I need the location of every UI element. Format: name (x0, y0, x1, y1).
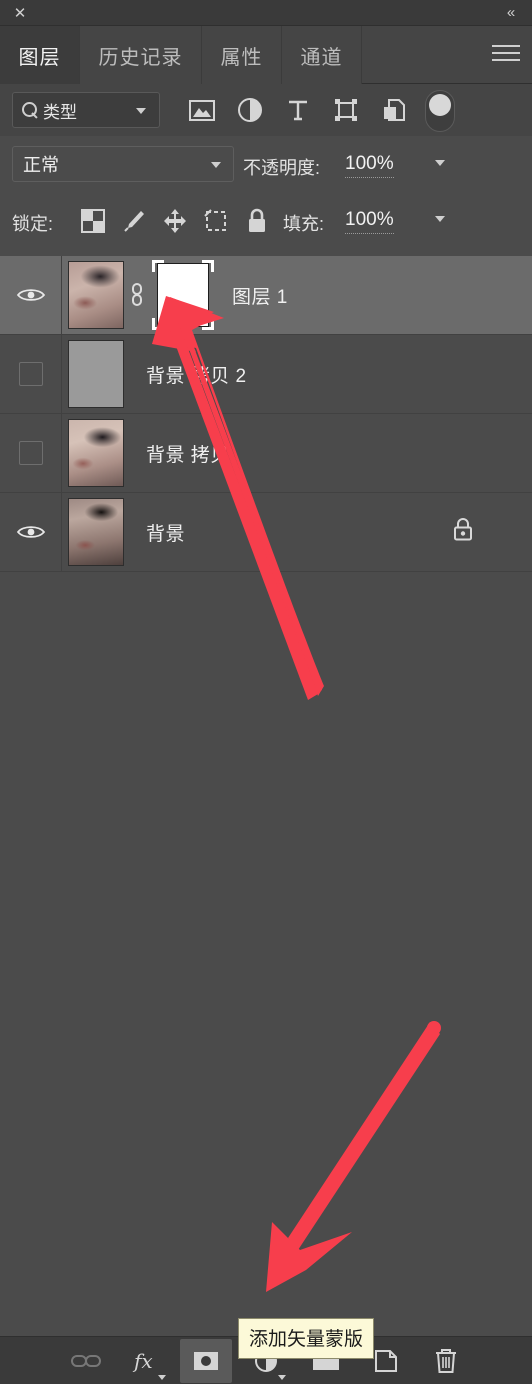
layer-thumbnail[interactable] (68, 498, 124, 566)
collapse-panel-icon[interactable]: « (500, 3, 522, 23)
tab-properties-label: 属性 (220, 46, 263, 69)
tab-history-label: 历史记录 (98, 46, 183, 69)
eye-icon[interactable] (16, 523, 46, 541)
blend-mode-value: 正常 (23, 155, 59, 175)
fill-value[interactable]: 100% (345, 209, 394, 234)
layer-thumbnail[interactable] (68, 419, 124, 487)
layer-visibility-cell[interactable] (0, 255, 62, 335)
link-layers-button[interactable] (60, 1339, 112, 1383)
mask-selection-corner-icon (202, 318, 214, 330)
lock-label: 锁定: (12, 214, 54, 234)
layer-visibility-cell[interactable] (0, 334, 62, 414)
mask-selection-corner-icon (202, 260, 214, 272)
tooltip: 添加矢量蒙版 (238, 1318, 375, 1359)
eye-icon[interactable] (16, 286, 46, 304)
tab-channels[interactable]: 通道 (282, 26, 362, 84)
toggle-knob (429, 94, 451, 116)
mask-selection-corner-icon (152, 260, 164, 272)
artboard-lock-icon[interactable] (195, 204, 236, 238)
chevron-down-icon (211, 162, 221, 168)
svg-text:fx: fx (132, 1349, 153, 1373)
opacity-chevron-down-icon[interactable] (435, 160, 445, 166)
image-filter-icon[interactable] (178, 92, 226, 128)
mask-link-icon[interactable] (124, 282, 150, 308)
panel-tab-bar: 图层 历史记录 属性 通道 (0, 26, 532, 84)
layer-style-button[interactable]: fx (120, 1339, 172, 1383)
hamburger-icon[interactable] (492, 45, 520, 65)
table-row[interactable]: 背景 拷贝 (0, 413, 532, 493)
fill-label: 填充: (283, 214, 325, 234)
layer-name[interactable]: 图层 1 (232, 282, 288, 309)
lock-icon-group (72, 204, 277, 238)
all-lock-icon[interactable] (236, 204, 277, 238)
filter-enable-toggle[interactable] (425, 90, 455, 132)
adjustment-filter-icon[interactable] (226, 92, 274, 128)
arrow-to-mask-button (266, 1021, 441, 1292)
layer-thumbnail-image (69, 341, 123, 407)
shape-filter-icon[interactable] (322, 92, 370, 128)
smart-object-filter-icon[interactable] (370, 92, 418, 128)
tab-properties[interactable]: 属性 (202, 26, 282, 84)
layer-visibility-cell[interactable] (0, 492, 62, 572)
tab-channels-label: 通道 (300, 46, 343, 69)
blend-mode-select[interactable]: 正常 (12, 146, 234, 182)
layer-thumbnail-image (69, 420, 123, 486)
layer-name[interactable]: 背景 (146, 519, 185, 546)
mask-selection-corner-icon (152, 318, 164, 330)
filter-type-label: 类型 (43, 102, 77, 122)
photoshop-layers-panel: ✕ « 图层 历史记录 属性 通道 类型 正常 不透明度: 100% 锁定: 填… (0, 0, 532, 1384)
table-row[interactable]: 背景 (0, 492, 532, 572)
opacity-label: 不透明度: (243, 158, 321, 178)
move-lock-icon[interactable] (154, 204, 195, 238)
layer-filter-row: 类型 (0, 84, 532, 136)
tab-layers-label: 图层 (18, 46, 61, 69)
layer-thumbnail[interactable] (68, 340, 124, 408)
layer-name[interactable]: 背景 拷贝 2 (146, 361, 247, 388)
eye-icon-off[interactable] (18, 441, 43, 465)
type-filter-icon[interactable] (274, 92, 322, 128)
layer-locked-icon (452, 517, 474, 548)
opacity-value[interactable]: 100% (345, 153, 394, 178)
layer-list: 图层 1 背景 拷贝 2 背景 拷贝 背景 (0, 255, 532, 572)
tab-history[interactable]: 历史记录 (80, 26, 202, 84)
chevron-down-icon (278, 1374, 286, 1380)
add-layer-mask-button[interactable] (180, 1338, 232, 1383)
brush-lock-icon[interactable] (113, 204, 154, 238)
eye-icon-off[interactable] (18, 362, 43, 386)
search-icon (22, 102, 38, 118)
filter-icon-group (178, 92, 418, 128)
delete-layer-button[interactable] (420, 1339, 472, 1383)
layer-thumbnail-image (69, 262, 123, 328)
fill-chevron-down-icon[interactable] (435, 216, 445, 222)
layer-thumbnail-image (69, 499, 123, 565)
chevron-down-icon (136, 108, 146, 114)
layer-thumbnail[interactable] (68, 261, 124, 329)
chevron-down-icon (158, 1374, 166, 1380)
panel-title-bar: ✕ « (0, 0, 532, 26)
blend-mode-row: 正常 不透明度: 100% (0, 136, 532, 192)
tab-layers[interactable]: 图层 (0, 26, 80, 84)
transparency-lock-icon[interactable] (72, 204, 113, 238)
table-row[interactable]: 背景 拷贝 2 (0, 334, 532, 414)
filter-type-select[interactable]: 类型 (12, 92, 160, 128)
table-row[interactable]: 图层 1 (0, 255, 532, 335)
layer-name[interactable]: 背景 拷贝 (146, 440, 230, 467)
lock-row: 锁定: 填充: 100% (0, 192, 532, 250)
close-icon[interactable]: ✕ (10, 4, 30, 22)
layer-visibility-cell[interactable] (0, 413, 62, 493)
layer-mask-thumbnail-wrap[interactable] (150, 256, 216, 334)
